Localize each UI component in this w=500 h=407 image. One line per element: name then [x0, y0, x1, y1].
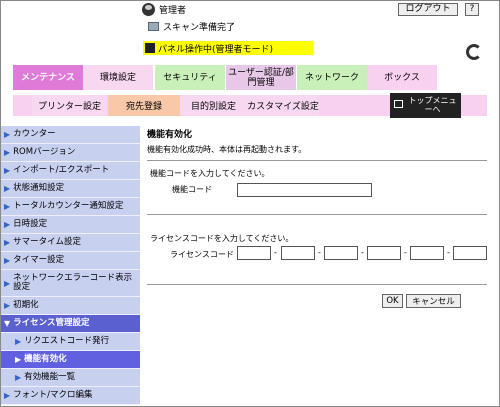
admin-user-icon	[142, 2, 155, 16]
license-code-label: ライセンスコード	[170, 250, 234, 259]
sidebar-item-total-counter-notify[interactable]: ▶ トータルカウンター通知設定	[1, 198, 140, 216]
top-menu-button[interactable]: トップメニューへ	[390, 93, 461, 118]
license-code-field-1[interactable]	[237, 246, 271, 260]
main-content: 機能有効化 機能有効化成功時、本体は再起動されます。	[147, 127, 487, 155]
arrow-down-icon: ▼	[4, 319, 11, 328]
scan-status-text: スキャン準備完了	[163, 22, 236, 33]
logout-button[interactable]: ログアウト	[398, 3, 458, 16]
arrow-right-icon: ▶	[15, 355, 22, 364]
tab-box[interactable]: ボックス	[367, 65, 437, 90]
sidebar-item-initialize[interactable]: ▶ 初期化	[1, 297, 140, 315]
refresh-icon[interactable]	[466, 44, 482, 60]
divider	[147, 214, 487, 215]
license-code-field-4[interactable]	[367, 246, 401, 260]
divider	[147, 160, 487, 161]
sidebar-item-function-enable[interactable]: ▶ 機能有効化	[1, 351, 140, 369]
scan-status: スキャン準備完了	[148, 20, 236, 33]
sidebar-item-counter[interactable]: ▶ カウンター	[1, 126, 140, 144]
tab-destination-register[interactable]: 宛先登録	[108, 95, 180, 116]
license-code-separator: -	[318, 248, 321, 257]
panel-lock-icon	[145, 43, 155, 53]
arrow-right-icon: ▶	[4, 202, 11, 211]
cancel-button[interactable]: キャンセル	[406, 294, 461, 308]
sidebar-item-status-notify[interactable]: ▶ 状態通知設定	[1, 180, 140, 198]
function-code-prompt: 機能コードを入力してください。	[150, 169, 270, 178]
license-code-separator: -	[361, 248, 364, 257]
tab-purpose-settings[interactable]: 目的別設定	[180, 95, 247, 116]
panel-status-text: パネル操作中(管理者モード)	[158, 44, 274, 55]
arrow-right-icon: ▶	[4, 220, 11, 229]
arrow-right-icon: ▶	[4, 238, 11, 247]
tab-user-auth[interactable]: ユーザー認証/部門管理	[226, 65, 296, 90]
tab-security[interactable]: セキュリティ	[155, 65, 225, 90]
license-code-prompt: ライセンスコードを入力してください。	[150, 234, 294, 243]
panel-status: パネル操作中(管理者モード)	[143, 41, 313, 55]
sidebar-item-rom-version[interactable]: ▶ ROMバージョン	[1, 144, 140, 162]
license-code-field-6[interactable]	[453, 246, 487, 260]
tab-printer-settings[interactable]: プリンター設定	[32, 95, 107, 116]
sidebar-item-font-macro[interactable]: ▶ フォント/マクロ編集	[1, 387, 140, 405]
license-code-separator: -	[404, 248, 407, 257]
menu-icon	[394, 100, 403, 108]
sidebar-item-summer-time[interactable]: ▶ サマータイム設定	[1, 234, 140, 252]
tab-maintenance[interactable]: メンテナンス	[13, 65, 83, 90]
license-code-field-2[interactable]	[281, 246, 315, 260]
function-code-label: 機能コード	[172, 185, 212, 194]
arrow-right-icon: ▶	[15, 337, 22, 346]
function-code-input[interactable]	[237, 183, 372, 197]
arrow-right-icon: ▶	[4, 391, 11, 400]
sidebar-item-enabled-functions[interactable]: ▶ 有効機能一覧	[1, 369, 140, 387]
admin-label: 管理者	[159, 5, 187, 16]
admin-indicator: 管理者	[142, 2, 186, 16]
arrow-right-icon: ▶	[15, 373, 22, 382]
license-code-separator: -	[447, 248, 450, 257]
license-code-field-5[interactable]	[410, 246, 444, 260]
ok-button[interactable]: OK	[382, 294, 403, 308]
arrow-right-icon: ▶	[4, 256, 11, 265]
sidebar-item-date-time[interactable]: ▶ 日時設定	[1, 216, 140, 234]
sidebar-item-timer[interactable]: ▶ タイマー設定	[1, 252, 140, 270]
sidebar-item-license-management[interactable]: ▼ ライセンス管理設定	[1, 315, 140, 333]
license-code-field-3[interactable]	[324, 246, 358, 260]
tab-customize-settings[interactable]: カスタマイズ設定	[247, 95, 319, 116]
arrow-right-icon: ▶	[4, 130, 11, 139]
arrow-right-icon: ▶	[4, 166, 11, 175]
scanner-icon	[148, 21, 159, 31]
top-menu-label: トップメニューへ	[408, 96, 457, 114]
sidebar: ▶ カウンター ▶ ROMバージョン ▶ インポート/エクスポート ▶ 状態通知設定 ▶…	[1, 126, 140, 405]
page-description: 機能有効化成功時、本体は再起動されます。	[147, 145, 307, 154]
arrow-right-icon: ▶	[4, 301, 11, 310]
sidebar-item-import-export[interactable]: ▶ インポート/エクスポート	[1, 162, 140, 180]
page-title: 機能有効化	[147, 130, 193, 140]
arrow-right-icon: ▶	[4, 278, 11, 288]
tab-environment[interactable]: 環境設定	[83, 65, 153, 90]
tab-network[interactable]: ネットワーク	[297, 65, 367, 90]
arrow-right-icon: ▶	[4, 184, 11, 193]
divider	[147, 284, 487, 285]
sidebar-item-request-code[interactable]: ▶ リクエストコード発行	[1, 333, 140, 351]
arrow-right-icon: ▶	[4, 148, 11, 157]
license-code-separator: -	[274, 248, 277, 257]
help-button[interactable]: ?	[465, 3, 479, 16]
sidebar-item-network-error-code[interactable]: ▶ ネットワークエラーコード表示設定	[1, 270, 140, 297]
